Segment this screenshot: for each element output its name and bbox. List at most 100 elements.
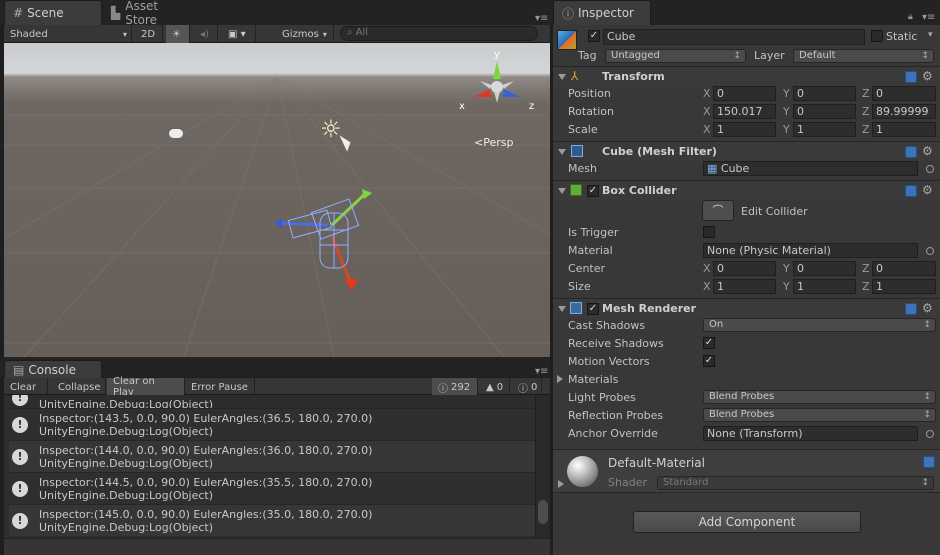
clear-on-play-toggle[interactable]: Clear on Play [107,376,185,398]
gear-icon[interactable]: ⚙ [922,301,933,315]
center-x-field[interactable]: 0 [713,261,776,276]
shader-dropdown[interactable]: Standard [657,476,934,490]
cast-shadows-dropdown[interactable]: On [703,318,936,332]
edit-collider-button[interactable]: ⌒ [702,200,734,221]
effects-dropdown[interactable]: ▣ ▾ [222,25,256,43]
orientation-gizmo[interactable] [460,51,540,121]
lighting-toggle[interactable]: ☀ [166,25,190,43]
scale-y-field[interactable]: 1 [793,122,856,137]
reflection-probes-dropdown[interactable]: Blend Probes [703,408,936,422]
position-y-field[interactable]: 0 [793,86,856,101]
mesh-filter-header[interactable]: Cube (Mesh Filter) ⚙ [553,141,940,161]
console-menu-icon[interactable]: ▾≡ [535,366,548,377]
help-book-icon[interactable] [905,185,917,197]
cube-object-icon [557,30,577,50]
box-collider-enabled-checkbox[interactable]: ✓ [587,185,599,197]
material-expand-icon[interactable] [558,480,564,488]
material-section[interactable]: Default-Material Shader Standard [553,449,940,493]
size-y-field[interactable]: 1 [793,279,856,294]
tag-dropdown[interactable]: Untagged [605,49,746,63]
clear-button[interactable]: Clear [4,378,48,396]
center-z-field[interactable]: 0 [872,261,936,276]
help-book-icon[interactable] [905,71,917,83]
rotation-z-field[interactable]: 89.99999 [872,104,936,119]
list-item[interactable]: ! Inspector:(144.0, 0.0, 90.0) EulerAngle… [9,440,537,472]
scale-x-field[interactable]: 1 [713,122,776,137]
2d-toggle[interactable]: 2D [135,25,163,43]
anchor-override-field[interactable]: None (Transform) [703,426,918,441]
error-filter-toggle[interactable]: ⓘ 0 [512,378,542,396]
panel-menu-icon[interactable]: ▾≡ [535,13,548,24]
error-pause-toggle[interactable]: Error Pause [185,378,255,396]
persp-toggle[interactable]: <Persp [474,136,513,149]
tab-scene[interactable]: # Scene [4,0,102,25]
expand-triangle-icon[interactable] [558,149,566,155]
gear-icon[interactable]: ⚙ [922,69,933,83]
box-collider-header[interactable]: ✓ Box Collider ⚙ [553,180,940,200]
audio-toggle[interactable]: ◂) [194,25,218,43]
edit-collider-icon: ⌒ [712,204,724,217]
position-z-field[interactable]: 0 [872,86,936,101]
object-name-field[interactable]: Cube [603,29,865,45]
static-checkbox[interactable] [871,30,883,42]
tab-asset-store[interactable]: ▙ Asset Store [103,0,201,27]
size-x-field[interactable]: 1 [713,279,776,294]
position-x-field[interactable]: 0 [713,86,776,101]
expand-triangle-icon[interactable] [558,188,566,194]
light-probes-label: Light Probes [568,391,636,404]
mesh-field[interactable]: ▦ Cube [703,161,918,176]
help-book-icon[interactable] [905,303,917,315]
scene-viewport[interactable]: ☼ y x z <Persp [4,43,550,357]
object-picker-icon[interactable] [926,247,934,255]
lock-icon[interactable]: 🔒︎ [908,12,913,22]
center-y-field[interactable]: 0 [793,261,856,276]
camera-icon[interactable] [169,129,183,138]
active-checkbox[interactable]: ✓ [588,30,600,42]
receive-shadows-checkbox[interactable]: ✓ [703,337,715,349]
size-label: Size [568,280,591,293]
object-picker-icon[interactable] [926,430,934,438]
layer-dropdown[interactable]: Default [793,49,934,63]
motion-vectors-checkbox[interactable]: ✓ [703,355,715,367]
search-input[interactable]: ⌕ All [340,26,538,41]
static-dropdown-icon[interactable]: ▾ [928,30,933,40]
image-icon: ▣ ▾ [228,28,246,40]
list-item[interactable]: ! Inspector:(145.0, 0.0, 90.0) EulerAngle… [9,504,537,536]
cast-shadows-label: Cast Shadows [568,319,646,332]
log-filter-toggle[interactable]: ⓘ 292 [432,378,478,396]
tab-console[interactable]: ▤ Console [4,360,102,378]
console-scrollbar[interactable] [535,395,550,538]
warning-filter-toggle[interactable]: ▲ 0 [480,378,510,396]
collapse-toggle[interactable]: Collapse [52,378,106,396]
add-component-button[interactable]: Add Component [633,511,861,533]
gizmos-dropdown[interactable]: Gizmos ▾ [276,25,334,43]
physic-material-field[interactable]: None (Physic Material) [703,243,918,258]
rotation-x-field[interactable]: 150.017 [713,104,776,119]
gear-icon[interactable]: ⚙ [922,144,933,158]
reflection-probes-label: Reflection Probes [568,409,664,422]
shading-dropdown[interactable]: Shaded ▾ [4,25,132,43]
transform-header[interactable]: ⅄ Transform ⚙ [553,66,940,86]
expand-triangle-icon[interactable] [558,306,566,312]
light-probes-dropdown[interactable]: Blend Probes [703,390,936,404]
list-item[interactable]: ! Inspector:(143.5, 0.0, 90.0) EulerAngle… [9,408,537,440]
help-book-icon[interactable] [905,146,917,158]
light-icon[interactable]: ☼ [320,115,342,143]
help-book-icon[interactable] [923,456,935,468]
expand-triangle-icon[interactable] [558,74,566,80]
persp-icon: < [474,136,484,149]
size-z-field[interactable]: 1 [872,279,936,294]
mesh-renderer-enabled-checkbox[interactable]: ✓ [587,303,599,315]
scale-z-field[interactable]: 1 [872,122,936,137]
is-trigger-checkbox[interactable] [703,226,715,238]
tab-inspector[interactable]: ⓘ Inspector [553,0,651,25]
inspector-menu-icon[interactable]: ▾≡ [922,12,935,23]
cube-transform-gizmo[interactable] [270,185,390,295]
scroll-thumb[interactable] [538,500,548,524]
gear-icon[interactable]: ⚙ [922,183,933,197]
rotation-y-field[interactable]: 0 [793,104,856,119]
object-picker-icon[interactable] [926,165,934,173]
list-item[interactable]: ! Inspector:(144.5, 0.0, 90.0) EulerAngle… [9,472,537,504]
console-log-list[interactable]: ! UnityEngine.Debug:Log(Object) ! Inspecto… [4,395,550,538]
mesh-renderer-header[interactable]: ✓ Mesh Renderer ⚙ [553,298,940,318]
